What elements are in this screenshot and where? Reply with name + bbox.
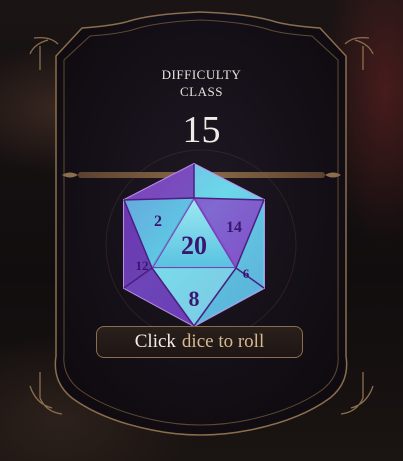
roll-dice-button[interactable]: Click dice to roll (96, 326, 303, 358)
dice-face-lower-left: 12 (136, 258, 149, 273)
roll-button-word1: Click (134, 331, 176, 352)
dice-face-top: 20 (181, 231, 207, 260)
roll-button-word2: dice to roll (181, 331, 265, 352)
difficulty-label-line1: DIFFICULTY (161, 67, 242, 82)
dice-face-bottom: 8 (189, 286, 200, 311)
dice-face-right: 14 (226, 219, 242, 236)
d20-dice[interactable]: 20 8 2 14 12 6 (118, 160, 270, 330)
dice-face-left: 2 (154, 213, 162, 230)
difficulty-label-line2: CLASS (180, 84, 223, 99)
difficulty-class-value: 15 (182, 109, 221, 151)
dice-face-lower-right: 6 (243, 266, 250, 281)
difficulty-class-label: DIFFICULTY CLASS (0, 66, 403, 100)
d20-icon[interactable]: 20 8 2 14 12 6 (118, 160, 270, 330)
